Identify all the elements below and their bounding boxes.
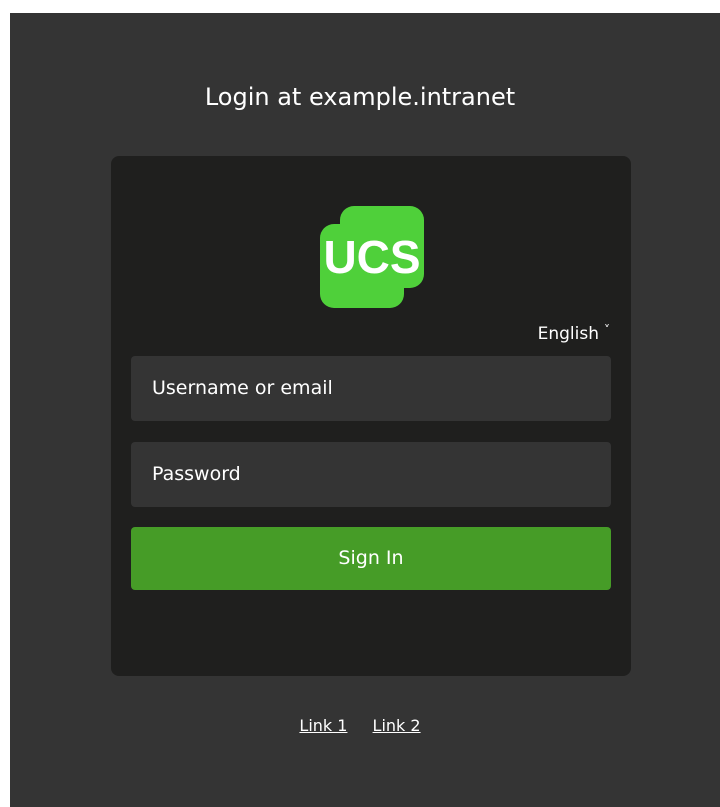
sign-in-button[interactable]: Sign In	[131, 527, 611, 590]
footer-link-2[interactable]: Link 2	[373, 716, 421, 735]
login-page: Login at example.intranet UCS English ˅ U…	[10, 13, 720, 807]
ucs-logo: UCS	[320, 206, 424, 308]
login-card: UCS English ˅ Username or email Password …	[111, 156, 631, 676]
logo-text: UCS	[323, 231, 420, 283]
page-title: Login at example.intranet	[204, 83, 516, 111]
username-input[interactable]: Username or email	[131, 356, 611, 421]
footer-link-1[interactable]: Link 1	[299, 716, 347, 735]
password-input[interactable]: Password	[131, 442, 611, 507]
password-placeholder: Password	[152, 463, 241, 485]
chevron-down-icon: ˅	[604, 323, 610, 337]
username-placeholder: Username or email	[152, 377, 333, 399]
language-selector[interactable]: English ˅	[538, 322, 610, 347]
footer-links: Link 1 Link 2	[0, 716, 720, 736]
language-label: English	[537, 324, 599, 344]
